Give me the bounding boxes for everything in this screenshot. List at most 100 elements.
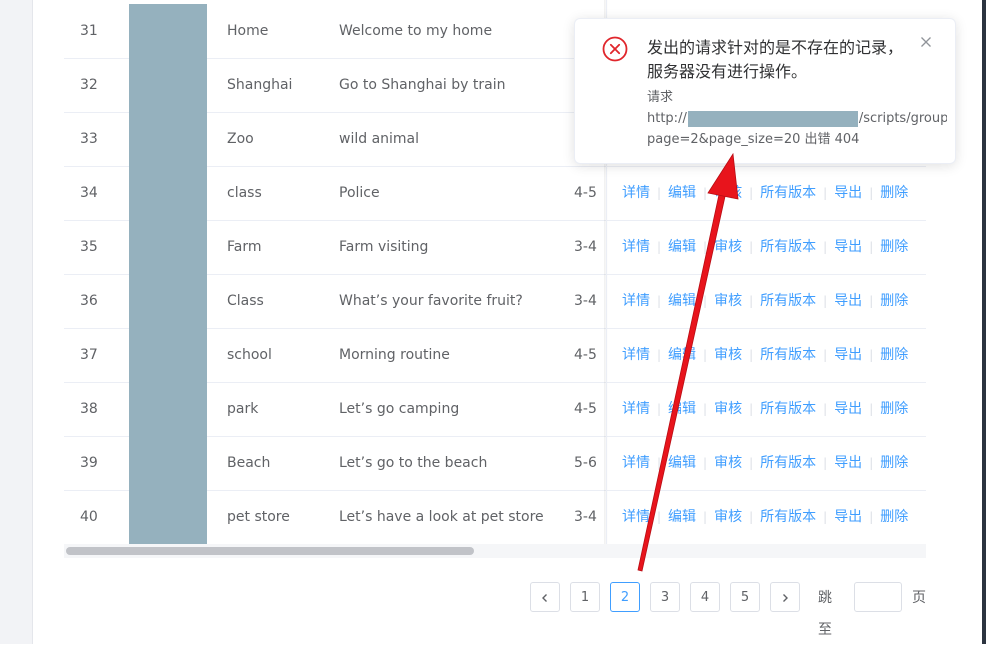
detail-link[interactable]: 详情 [622,347,650,363]
versions-link[interactable]: 所有版本 [760,509,816,525]
prev-page-button[interactable] [530,582,560,612]
delete-link[interactable]: 删除 [880,185,908,201]
divider: | [749,456,754,470]
table-row: 37 school Morning routine 4-5 详情 | 编辑 | 审核 | 所… [64,328,926,383]
divider: | [869,348,874,362]
jump-page-input[interactable] [854,582,902,612]
row-name: Home [227,23,269,39]
divider: | [749,240,754,254]
next-page-button[interactable] [770,582,800,612]
scrollbar-thumb[interactable] [66,547,474,555]
divider: | [657,186,662,200]
row-level: 3-4 [574,239,597,255]
page-4-button[interactable]: 4 [690,582,720,612]
row-actions: 详情 | 编辑 | 审核 | 所有版本 | 导出 | 删除 [622,328,908,382]
page-5-button[interactable]: 5 [730,582,760,612]
table-row: 38 park Let’s go camping 4-5 详情 | 编辑 | 审核 | 所有… [64,382,926,437]
edit-link[interactable]: 编辑 [668,401,696,417]
export-link[interactable]: 导出 [834,455,862,471]
versions-link[interactable]: 所有版本 [760,239,816,255]
divider: | [869,402,874,416]
row-id: 32 [80,77,98,93]
detail-link[interactable]: 详情 [622,239,650,255]
row-id: 35 [80,239,98,255]
versions-link[interactable]: 所有版本 [760,347,816,363]
review-link[interactable]: 审核 [714,455,742,471]
export-link[interactable]: 导出 [834,401,862,417]
export-link[interactable]: 导出 [834,509,862,525]
chevron-right-icon [783,593,788,602]
edit-link[interactable]: 编辑 [668,239,696,255]
versions-link[interactable]: 所有版本 [760,455,816,471]
row-name: Zoo [227,131,254,147]
row-name: school [227,347,272,363]
close-icon[interactable] [919,35,933,49]
review-link[interactable]: 审核 [714,239,742,255]
page-3-button[interactable]: 3 [650,582,680,612]
detail-link[interactable]: 详情 [622,293,650,309]
row-id: 37 [80,347,98,363]
divider: | [703,510,708,524]
detail-link[interactable]: 详情 [622,401,650,417]
export-link[interactable]: 导出 [834,293,862,309]
versions-link[interactable]: 所有版本 [760,293,816,309]
divider: | [823,186,828,200]
divider: | [823,510,828,524]
review-link[interactable]: 审核 [714,347,742,363]
delete-link[interactable]: 删除 [880,401,908,417]
page-suffix-label: 页 [912,590,926,606]
versions-link[interactable]: 所有版本 [760,185,816,201]
delete-link[interactable]: 删除 [880,455,908,471]
row-name: Farm [227,239,262,255]
delete-link[interactable]: 删除 [880,293,908,309]
edit-link[interactable]: 编辑 [668,293,696,309]
detail-link[interactable]: 详情 [622,455,650,471]
edit-link[interactable]: 编辑 [668,185,696,201]
row-title: Let’s go to the beach [339,455,488,471]
divider: | [703,240,708,254]
horizontal-scrollbar[interactable] [64,544,926,558]
review-link[interactable]: 审核 [714,293,742,309]
row-actions: 详情 | 编辑 | 审核 | 所有版本 | 导出 | 删除 [622,166,908,220]
review-link[interactable]: 审核 [714,185,742,201]
divider: | [869,456,874,470]
row-id: 40 [80,509,98,525]
divider: | [657,402,662,416]
redacted-thumbnail [129,328,207,382]
row-name: Shanghai [227,77,293,93]
delete-link[interactable]: 删除 [880,509,908,525]
row-id: 31 [80,23,98,39]
divider: | [869,294,874,308]
redacted-host [687,110,858,127]
table-row: 40 pet store Let’s have a look at pet st… [64,490,926,544]
export-link[interactable]: 导出 [834,185,862,201]
review-link[interactable]: 审核 [714,509,742,525]
edit-link[interactable]: 编辑 [668,455,696,471]
page-1-button[interactable]: 1 [570,582,600,612]
row-actions: 详情 | 编辑 | 审核 | 所有版本 | 导出 | 删除 [622,220,908,274]
edit-link[interactable]: 编辑 [668,347,696,363]
delete-link[interactable]: 删除 [880,239,908,255]
row-actions: 详情 | 编辑 | 审核 | 所有版本 | 导出 | 删除 [622,382,908,436]
url-suffix: /scripts/group_c [858,111,947,126]
detail-link[interactable]: 详情 [622,185,650,201]
jump-label: 跳至 [818,590,832,638]
delete-link[interactable]: 删除 [880,347,908,363]
error-notification: 发出的请求针对的是不存在的记录，服务器没有进行操作。 请求 http:// /sc… [574,18,956,164]
table-row: 34 class Police 4-5 详情 | 编辑 | 审核 | 所有版本 | 导出 | 删除 [64,166,926,221]
redacted-thumbnail [129,166,207,220]
divider: | [869,510,874,524]
request-error: page=2&page_size=20 出错 404 [647,132,860,147]
versions-link[interactable]: 所有版本 [760,401,816,417]
page-2-button[interactable]: 2 [610,582,640,612]
row-actions: 详情 | 编辑 | 审核 | 所有版本 | 导出 | 删除 [622,436,908,490]
export-link[interactable]: 导出 [834,347,862,363]
redacted-thumbnail [129,220,207,274]
table-row: 35 Farm Farm visiting 3-4 详情 | 编辑 | 审核 | 所有版本 |… [64,220,926,275]
export-link[interactable]: 导出 [834,239,862,255]
detail-link[interactable]: 详情 [622,509,650,525]
divider: | [703,456,708,470]
review-link[interactable]: 审核 [714,401,742,417]
redacted-thumbnail [129,382,207,436]
edit-link[interactable]: 编辑 [668,509,696,525]
